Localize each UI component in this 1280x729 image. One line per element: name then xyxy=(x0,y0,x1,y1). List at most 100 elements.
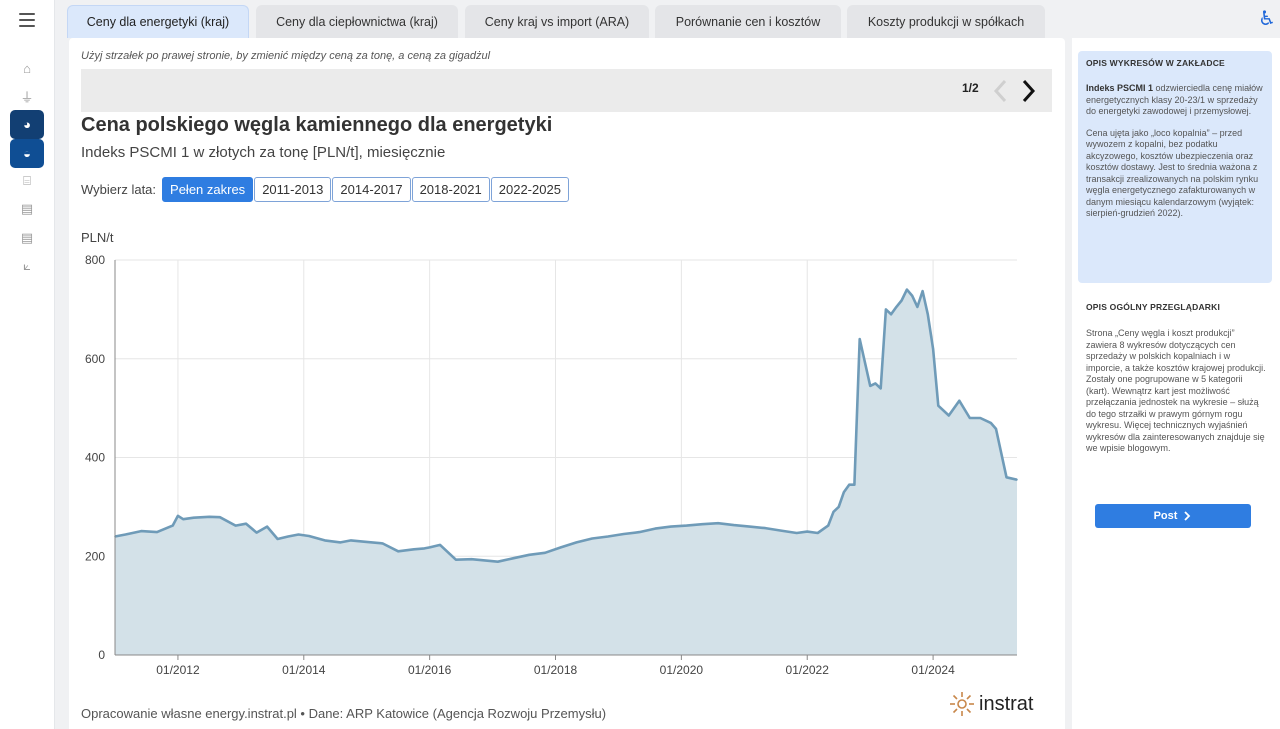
data-point xyxy=(764,527,767,529)
data-point xyxy=(1005,476,1008,479)
logo-text: instrat xyxy=(979,692,1034,715)
tab-heating[interactable]: Ceny dla ciepłownictwa (kraj) xyxy=(256,5,458,38)
menu-icon[interactable] xyxy=(19,13,35,27)
data-point xyxy=(921,290,924,292)
data-point xyxy=(995,428,997,430)
data-point xyxy=(843,491,845,493)
data-point xyxy=(481,559,483,561)
year-selector-label: Wybierz lata: xyxy=(81,182,157,197)
data-point xyxy=(670,525,672,528)
x-tick-label: 01/2024 xyxy=(911,663,955,677)
post-button[interactable]: Post xyxy=(1095,504,1251,528)
data-point xyxy=(816,532,819,534)
data-point xyxy=(685,524,688,527)
data-point xyxy=(806,530,809,533)
globe-icon[interactable]: ◕ xyxy=(10,110,44,139)
factory-icon[interactable]: ⌸ xyxy=(16,170,38,192)
data-point xyxy=(219,516,221,519)
y-tick-label: 400 xyxy=(85,451,105,465)
chevron-right-icon xyxy=(1184,511,1191,521)
chart-description-p2: Cena ujęta jako „loco kopalnia” – przed … xyxy=(1086,127,1259,219)
home-icon[interactable]: ⌂ xyxy=(16,57,38,79)
data-point xyxy=(869,385,871,387)
year-button-2014-2017[interactable]: 2014-2017 xyxy=(332,177,411,202)
data-point xyxy=(156,531,158,533)
year-button-2011-2013[interactable]: 2011-2013 xyxy=(254,177,332,202)
tab-energy[interactable]: Ceny dla energetyki (kraj) xyxy=(67,5,249,38)
chart-description-title: OPIS WYKRESÓW W ZAKŁADCE xyxy=(1086,58,1225,68)
y-tick-label: 600 xyxy=(85,352,105,366)
data-point xyxy=(528,553,531,556)
coal-icon[interactable]: ◒ xyxy=(10,139,44,168)
x-tick-label: 01/2022 xyxy=(786,663,830,677)
data-point xyxy=(780,529,782,532)
data-point xyxy=(879,387,882,390)
x-tick-label: 01/2016 xyxy=(408,663,452,677)
data-point xyxy=(177,514,179,517)
tab-import[interactable]: Ceny kraj vs import (ARA) xyxy=(465,5,649,38)
left-rail: ⌂ ⏚ ◕ ◒ ⌸ ▤ ▤ ⟀ xyxy=(0,0,55,729)
data-point xyxy=(455,558,457,561)
data-point xyxy=(890,313,892,316)
year-selector: Wybierz lata: Pełen zakres 2011-2013 201… xyxy=(81,177,570,202)
year-button-full[interactable]: Pełen zakres xyxy=(162,177,254,202)
data-point xyxy=(701,523,704,525)
plug-icon[interactable]: ⏚ xyxy=(16,85,38,107)
price-chart[interactable]: 0 200 400 600 800 01/2012 01/2014 01/2016 01/201… xyxy=(69,248,1065,678)
chart-description-p1: Indeks PSCMI 1 odzwierciedla cenę miałów… xyxy=(1086,83,1263,116)
data-point xyxy=(827,524,830,527)
data-point xyxy=(171,524,174,527)
tab-comparison[interactable]: Porównanie cen i kosztów xyxy=(655,5,841,38)
data-point xyxy=(266,525,268,528)
data-point xyxy=(858,338,861,340)
data-point xyxy=(622,533,625,535)
data-point xyxy=(748,525,751,528)
data-point xyxy=(916,306,919,308)
data-point xyxy=(497,560,499,563)
data-point xyxy=(323,539,326,542)
data-point xyxy=(795,532,798,534)
data-point xyxy=(989,422,992,424)
accessibility-icon[interactable]: ♿ xyxy=(1256,8,1278,30)
document-icon[interactable]: ▤ xyxy=(16,198,38,220)
data-point xyxy=(979,417,982,419)
y-tick-label: 0 xyxy=(98,648,105,662)
right-sidebar: OPIS WYKRESÓW W ZAKŁADCE Indeks PSCMI 1 … xyxy=(1072,38,1280,729)
instrat-logo: instrat xyxy=(949,691,1033,717)
chart-panel: Użyj strzałek po prawej stronie, by zmie… xyxy=(69,38,1065,729)
data-point xyxy=(208,515,211,518)
chart-down-icon[interactable]: ⟀ xyxy=(16,255,38,277)
data-point xyxy=(276,538,279,540)
data-point xyxy=(906,288,908,291)
data-point xyxy=(245,522,247,525)
data-source: Opracowanie własne energy.instrat.pl • D… xyxy=(81,706,607,721)
data-point xyxy=(832,511,835,513)
x-tick-label: 01/2020 xyxy=(660,663,704,677)
data-point xyxy=(413,548,415,551)
data-point xyxy=(927,313,929,316)
data-point xyxy=(559,546,562,549)
data-point xyxy=(381,542,384,545)
data-point xyxy=(911,294,913,297)
general-description-text: Strona „Ceny węgla i koszt produkcji” za… xyxy=(1086,328,1266,453)
next-arrow-icon[interactable] xyxy=(1017,78,1039,104)
x-tick-label: 01/2014 xyxy=(282,663,326,677)
data-point xyxy=(969,417,971,419)
year-button-2018-2021[interactable]: 2018-2021 xyxy=(411,177,490,202)
x-tick-label: 01/2012 xyxy=(156,663,200,677)
data-point xyxy=(439,544,441,546)
chart-description-box: OPIS WYKRESÓW W ZAKŁADCE Indeks PSCMI 1 … xyxy=(1078,51,1272,283)
data-point xyxy=(837,506,840,508)
data-point xyxy=(900,299,903,302)
y-tick-label: 200 xyxy=(85,549,105,563)
year-button-2022-2025[interactable]: 2022-2025 xyxy=(490,177,569,202)
data-point xyxy=(397,550,399,553)
chart-title: Cena polskiego węgla kamiennego dla ener… xyxy=(81,114,553,136)
list-icon[interactable]: ▤ xyxy=(16,227,38,249)
x-tick-label: 01/2018 xyxy=(534,663,578,677)
chart-navbar: 1/2 xyxy=(81,69,1052,112)
tab-production-costs[interactable]: Koszty produkcji w spółkach xyxy=(847,5,1045,38)
general-description-title: OPIS OGÓLNY PRZEGLĄDARKI xyxy=(1086,302,1221,312)
data-point xyxy=(717,522,719,524)
prev-arrow-icon[interactable] xyxy=(990,78,1012,104)
